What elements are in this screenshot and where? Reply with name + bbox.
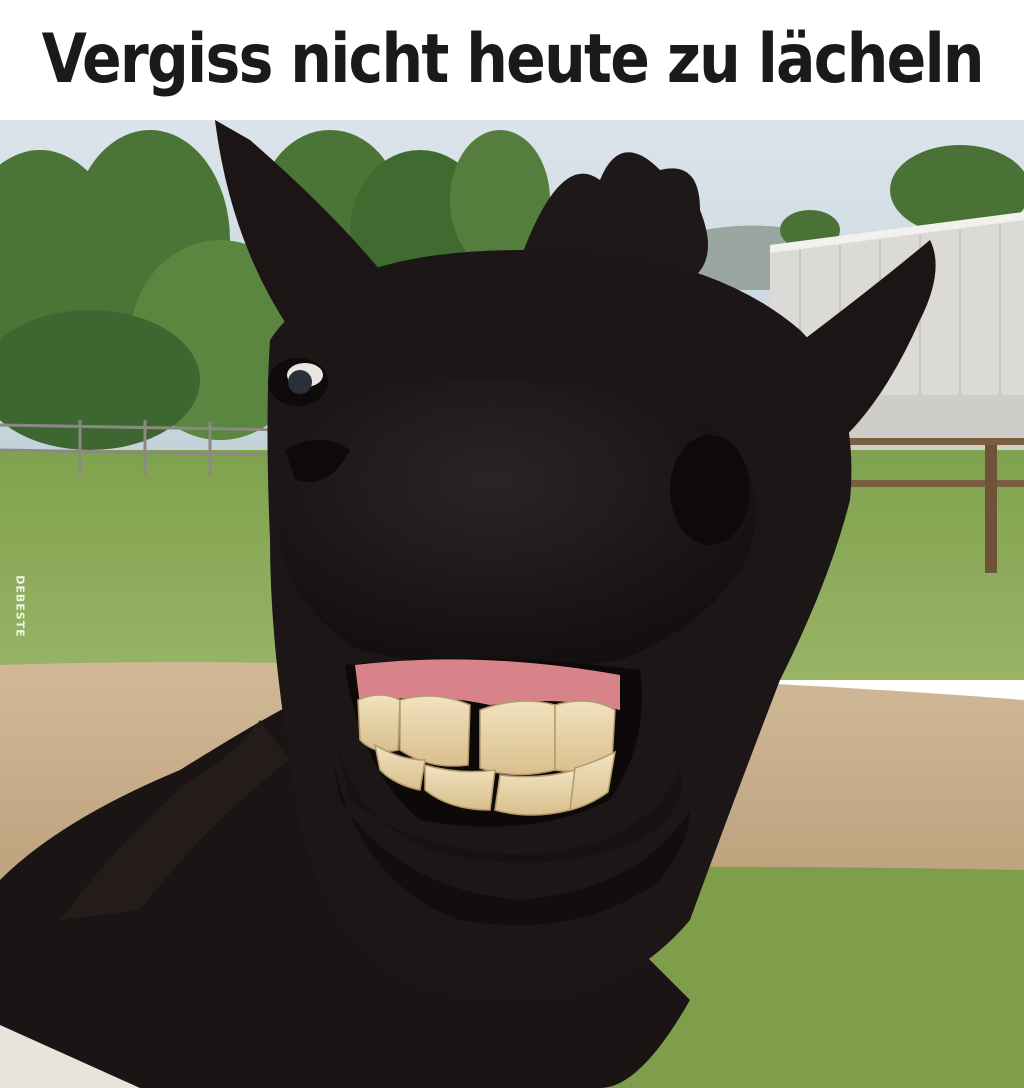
meme-page: Vergiss nicht heute zu lächeln DEBESTE xyxy=(0,0,1024,1088)
meme-caption: Vergiss nicht heute zu lächeln xyxy=(41,20,984,99)
caption-bar: Vergiss nicht heute zu lächeln xyxy=(0,0,1024,120)
horse-eye xyxy=(268,358,328,406)
horse-photo xyxy=(0,120,1024,1088)
watermark-text: DEBESTE xyxy=(13,574,27,638)
watermark: DEBESTE xyxy=(10,562,30,650)
horse-nostril-right xyxy=(670,435,750,545)
